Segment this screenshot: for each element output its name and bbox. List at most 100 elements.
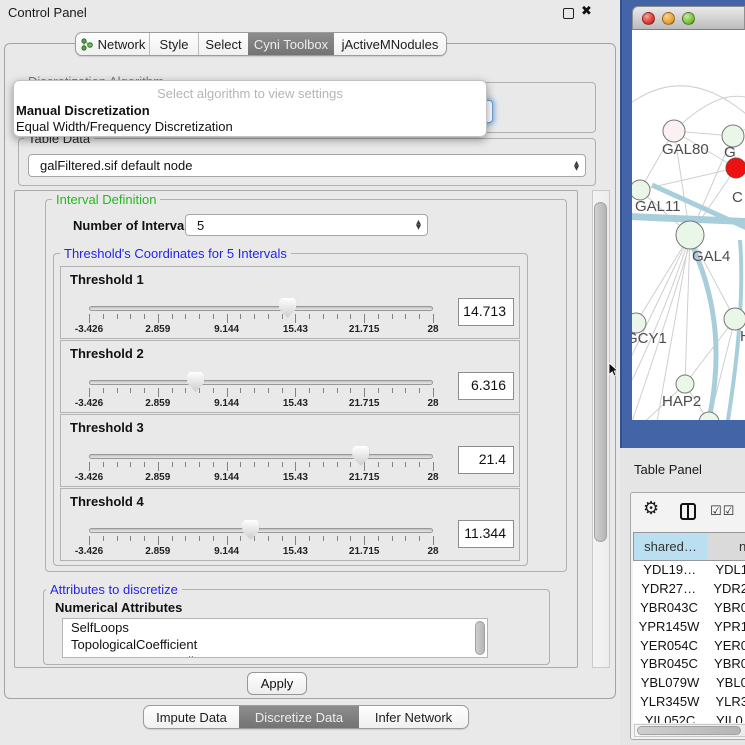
table-data-combo[interactable]: galFiltered.sif default node ▲▼: [28, 154, 586, 177]
network-node-label: GAL80: [662, 141, 709, 158]
slider-tick: [268, 536, 269, 541]
table-row[interactable]: YBL079WYBL0: [633, 674, 745, 693]
table-cell-name[interactable]: YIL0: [707, 712, 743, 723]
table-row[interactable]: YBR043CYBR0: [633, 599, 745, 618]
network-edge: [632, 86, 745, 125]
num-intervals-combo[interactable]: 5 ▲▼: [185, 214, 428, 236]
table-hscrollbar-thumb[interactable]: [637, 726, 741, 735]
tab-label: Impute Data: [156, 710, 227, 725]
table-cell-shared-name[interactable]: YLR345W: [633, 693, 706, 712]
slider-scale-label: 28: [427, 546, 438, 557]
table-cell-shared-name[interactable]: YBR045C: [633, 655, 705, 674]
table-row[interactable]: YDR27…YDR2: [633, 580, 745, 599]
table-cell-shared-name[interactable]: YDL19…: [633, 561, 706, 580]
gear-icon[interactable]: ⚙: [643, 498, 659, 519]
slider-tick: [158, 462, 159, 471]
tab-select[interactable]: Select: [198, 33, 248, 55]
algorithm-option-equal-width[interactable]: Equal Width/Frequency Discretization: [16, 119, 233, 134]
table-column-header-shared[interactable]: shared…: [633, 532, 708, 561]
tab-impute-data[interactable]: Impute Data: [144, 706, 239, 728]
network-node-label: GAL4: [692, 248, 730, 265]
slider-scale-label: -3.426: [75, 324, 103, 335]
slider-tick: [405, 536, 406, 541]
slider-tick: [282, 536, 283, 541]
close-panel-icon[interactable]: ✖: [581, 4, 592, 19]
slider-track[interactable]: [89, 528, 433, 533]
table-cell-shared-name[interactable]: YBR043C: [633, 599, 705, 618]
attribute-list-item[interactable]: SelfLoops: [63, 619, 487, 636]
table-cell-name[interactable]: YDL1: [706, 561, 745, 580]
network-node[interactable]: [726, 158, 745, 178]
table-cell-name[interactable]: YBR0: [705, 655, 745, 674]
network-node[interactable]: [676, 221, 704, 249]
minimize-window-icon[interactable]: [662, 12, 675, 25]
attributes-listbox[interactable]: SelfLoopsTopologicalCoefficientBetweenne…: [62, 618, 488, 658]
slider-track[interactable]: [89, 306, 433, 311]
network-canvas[interactable]: GAL80GCGAL11GAL4GCY1HHAP2: [632, 30, 745, 420]
slider-track[interactable]: [89, 380, 433, 385]
tab-infer-network[interactable]: Infer Network: [359, 706, 468, 728]
slider-tick: [295, 388, 296, 397]
table-column-header-name-label: n: [739, 539, 745, 554]
network-icon: [80, 38, 93, 51]
slider-handle[interactable]: [352, 446, 369, 466]
table-cell-shared-name[interactable]: YER054C: [633, 637, 705, 656]
slider-handle[interactable]: [242, 520, 259, 540]
threshold-value-field[interactable]: 11.344: [458, 520, 514, 548]
table-cell-name[interactable]: YPR1: [705, 618, 745, 637]
network-node[interactable]: [676, 375, 694, 393]
threshold-value-field[interactable]: 6.316: [458, 372, 514, 400]
table-cell-shared-name[interactable]: YDR27…: [633, 580, 704, 599]
algorithm-option-manual[interactable]: Manual Discretization: [16, 103, 150, 118]
tab-network[interactable]: Network: [76, 33, 149, 55]
slider-tick: [213, 462, 214, 467]
network-node[interactable]: [632, 180, 650, 200]
table-panel-title: Table Panel: [634, 462, 702, 477]
apply-button[interactable]: Apply: [247, 672, 307, 695]
tab-jactivemnodules[interactable]: jActiveMNodules: [334, 33, 446, 55]
checkboxes-icon[interactable]: ☑☑: [710, 504, 735, 519]
table-row[interactable]: YER054CYER0: [633, 637, 745, 656]
table-row[interactable]: YDL19…YDL1: [633, 561, 745, 580]
network-node[interactable]: [663, 120, 685, 142]
table-cell-name[interactable]: YER0: [705, 637, 745, 656]
network-window-titlebar[interactable]: [632, 6, 745, 30]
slider-tick: [309, 536, 310, 541]
mouse-cursor: [608, 363, 620, 377]
slider-handle[interactable]: [187, 372, 204, 392]
tab-label: Cyni Toolbox: [254, 37, 328, 52]
tab-style[interactable]: Style: [149, 33, 198, 55]
split-columns-icon[interactable]: [680, 503, 696, 520]
slider-track[interactable]: [89, 454, 433, 459]
tab-label: Infer Network: [375, 710, 452, 725]
float-window-icon[interactable]: [563, 8, 574, 19]
network-node[interactable]: [699, 412, 719, 420]
table-row[interactable]: YPR145WYPR1: [633, 618, 745, 637]
slider-tick: [227, 462, 228, 471]
control-panel-scrollbar-thumb[interactable]: [594, 202, 607, 542]
slider-tick: [337, 536, 338, 541]
attributes-scrollbar[interactable]: [475, 621, 485, 655]
table-row[interactable]: YBR045CYBR0: [633, 655, 745, 674]
close-window-icon[interactable]: [642, 12, 655, 25]
attribute-list-item[interactable]: TopologicalCoefficient: [63, 636, 487, 653]
table-cell-name[interactable]: YBR0: [705, 599, 745, 618]
zoom-window-icon[interactable]: [682, 12, 695, 25]
table-cell-name[interactable]: YBL0: [707, 674, 745, 693]
table-row[interactable]: YIL052CYIL0: [633, 712, 745, 723]
threshold-value-field[interactable]: 21.4: [458, 446, 514, 474]
attribute-list-item[interactable]: BetweennessCentrality: [63, 653, 487, 658]
tab-cyni-toolbox[interactable]: Cyni Toolbox: [248, 33, 334, 55]
network-node[interactable]: [724, 308, 745, 330]
table-cell-shared-name[interactable]: YBL079W: [633, 674, 707, 693]
tab-discretize-data[interactable]: Discretize Data: [239, 706, 359, 728]
slider-tick: [185, 314, 186, 319]
table-cell-name[interactable]: YLR3: [706, 693, 745, 712]
table-cell-name[interactable]: YDR2: [704, 580, 745, 599]
threshold-value-field[interactable]: 14.713: [458, 298, 514, 326]
slider-tick: [240, 388, 241, 393]
table-column-header-name[interactable]: n: [707, 532, 745, 561]
table-row[interactable]: YLR345WYLR3: [633, 693, 745, 712]
table-cell-shared-name[interactable]: YPR145W: [633, 618, 705, 637]
table-cell-shared-name[interactable]: YIL052C: [633, 712, 707, 723]
